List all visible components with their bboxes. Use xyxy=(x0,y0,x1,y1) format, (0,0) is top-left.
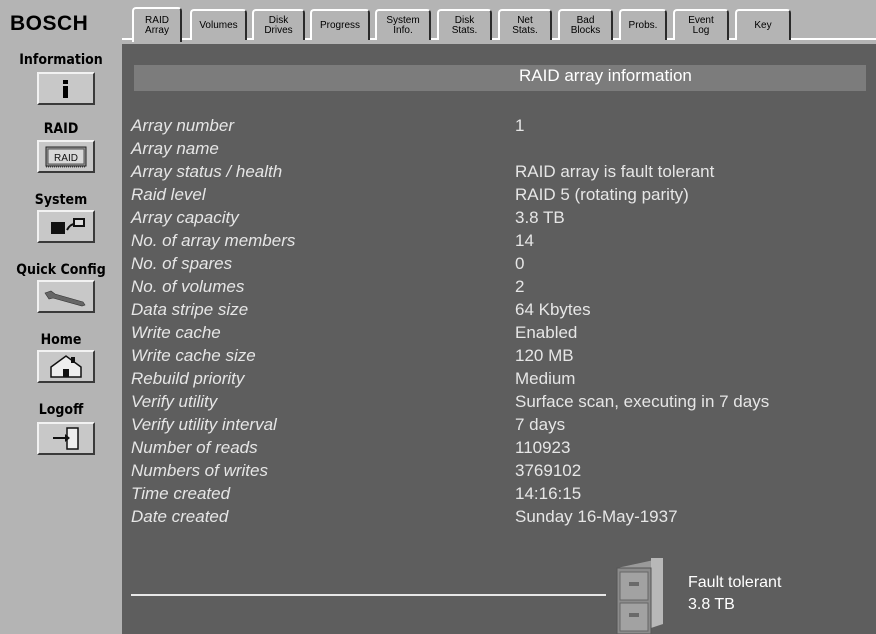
tab-key[interactable]: Key xyxy=(735,9,791,40)
nav-label-raid: RAID xyxy=(43,121,79,137)
sidebar: BOSCH Information RAID RAID System Quick… xyxy=(0,0,122,634)
nav-button-logoff[interactable] xyxy=(37,422,95,455)
row-label: Array capacity xyxy=(131,208,239,227)
nav-label-logoff: Logoff xyxy=(38,402,84,418)
nav-label-home: Home xyxy=(40,332,82,348)
info-row: Data stripe size 64 Kbytes xyxy=(131,300,871,323)
info-row: Verify utility Surface scan, executing in… xyxy=(131,392,871,415)
nav-label-quick-config: Quick Config xyxy=(16,262,106,278)
row-label: Numbers of writes xyxy=(131,461,268,480)
status-health-text: Fault tolerant xyxy=(688,574,782,591)
info-row: Numbers of writes 3769102 xyxy=(131,461,871,484)
info-icon xyxy=(63,80,68,98)
nav-label-information: Information xyxy=(19,52,103,68)
row-label: Raid level xyxy=(131,185,206,204)
house-icon xyxy=(50,355,82,378)
info-row: Raid level RAID 5 (rotating parity) xyxy=(131,185,871,208)
row-value: 1 xyxy=(515,116,525,135)
row-value: 3769102 xyxy=(515,461,582,480)
row-label: Write cache xyxy=(131,323,221,342)
row-label: Rebuild priority xyxy=(131,369,245,388)
info-row: Number of reads 110923 xyxy=(131,438,871,461)
row-value: RAID array is fault tolerant xyxy=(515,162,715,181)
row-value: 0 xyxy=(515,254,525,273)
tab-strip: RAID Array Volumes Disk Drives Progress … xyxy=(122,0,876,44)
tab-event-log[interactable]: Event Log xyxy=(673,9,729,40)
row-label: Verify utility interval xyxy=(131,415,277,434)
info-row: No. of array members 14 xyxy=(131,231,871,254)
row-value: 14 xyxy=(515,231,534,250)
nav-button-system[interactable] xyxy=(37,210,95,243)
info-row: No. of volumes 2 xyxy=(131,277,871,300)
row-label: Write cache size xyxy=(131,346,256,365)
info-row: Array capacity 3.8 TB xyxy=(131,208,871,231)
status-capacity-text: 3.8 TB xyxy=(688,596,735,613)
tab-net-stats[interactable]: Net Stats. xyxy=(498,9,552,40)
row-label: Number of reads xyxy=(131,438,258,457)
row-value: Surface scan, executing in 7 days xyxy=(515,392,770,411)
info-row: Rebuild priority Medium xyxy=(131,369,871,392)
wrench-icon xyxy=(44,290,86,307)
tab-bad-blocks[interactable]: Bad Blocks xyxy=(558,9,613,40)
raid-icon-text: RAID xyxy=(54,153,78,164)
info-row: Write cache Enabled xyxy=(131,323,871,346)
tab-disk-stats[interactable]: Disk Stats. xyxy=(437,9,492,40)
tab-disk-drives[interactable]: Disk Drives xyxy=(252,9,305,40)
row-value: Sunday 16-May-1937 xyxy=(515,507,678,526)
row-value: 2 xyxy=(515,277,525,296)
row-label: Data stripe size xyxy=(131,300,249,319)
footer-divider xyxy=(131,594,606,596)
row-label: Array name xyxy=(131,139,219,158)
row-label: No. of volumes xyxy=(131,277,245,296)
brand-logo: BOSCH xyxy=(10,12,89,35)
row-label: No. of array members xyxy=(131,231,296,250)
row-value: RAID 5 (rotating parity) xyxy=(515,185,689,204)
row-value: 14:16:15 xyxy=(515,484,582,503)
tab-probs[interactable]: Probs. xyxy=(619,9,667,40)
row-label: Verify utility xyxy=(131,392,218,411)
row-value: Enabled xyxy=(515,323,578,342)
tab-system-info[interactable]: System Info. xyxy=(375,9,431,40)
array-status-summary: Fault tolerant 3.8 TB xyxy=(688,572,781,616)
info-row: Array name xyxy=(131,139,871,162)
info-row: Write cache size 120 MB xyxy=(131,346,871,369)
tab-raid-array[interactable]: RAID Array xyxy=(132,7,182,42)
row-value: 120 MB xyxy=(515,346,574,365)
content-panel: RAID array information Array number 1 Arr… xyxy=(122,44,876,634)
file-cabinet-icon xyxy=(616,558,663,634)
computer-icon xyxy=(51,218,85,234)
info-row: No. of spares 0 xyxy=(131,254,871,277)
row-value: 7 days xyxy=(515,415,566,434)
door-exit-icon xyxy=(53,427,79,450)
row-label: Array number xyxy=(131,116,234,135)
page-header-bar: RAID array information xyxy=(134,65,866,91)
tab-volumes[interactable]: Volumes xyxy=(190,9,247,40)
row-value: 3.8 TB xyxy=(515,208,565,227)
raid-icon: RAID xyxy=(45,146,87,168)
nav-button-raid[interactable]: RAID xyxy=(37,140,95,173)
nav-button-information[interactable] xyxy=(37,72,95,105)
page-title: RAID array information xyxy=(519,66,692,85)
nav-button-home[interactable] xyxy=(37,350,95,383)
tab-progress[interactable]: Progress xyxy=(310,9,370,40)
row-value: 64 Kbytes xyxy=(515,300,591,319)
nav-button-quick-config[interactable] xyxy=(37,280,95,313)
info-row: Verify utility interval 7 days xyxy=(131,415,871,438)
row-value: Medium xyxy=(515,369,576,388)
row-value: 110923 xyxy=(515,438,571,457)
row-label: No. of spares xyxy=(131,254,233,273)
row-label: Time created xyxy=(131,484,231,503)
info-row: Array status / health RAID array is fault… xyxy=(131,162,871,185)
nav-label-system: System xyxy=(34,192,88,208)
row-label: Date created xyxy=(131,507,229,526)
row-label: Array status / health xyxy=(131,162,283,181)
info-row: Date created Sunday 16-May-1937 xyxy=(131,507,871,530)
info-row: Array number 1 xyxy=(131,116,871,139)
info-row: Time created 14:16:15 xyxy=(131,484,871,507)
